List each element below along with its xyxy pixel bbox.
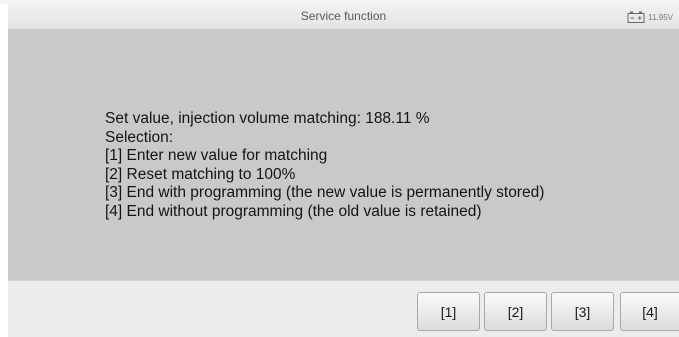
title-bar: Service function 11.95V — [8, 4, 679, 30]
battery-status: 11.95V — [627, 11, 673, 23]
message-panel: Set value, injection volume matching: 18… — [8, 30, 679, 280]
option-1-button[interactable]: [1] — [417, 292, 480, 331]
message-line-option-1: [1] Enter new value for matching — [105, 147, 328, 164]
message-line-value: Set value, injection volume matching: 18… — [105, 110, 430, 127]
message-text: Set value, injection volume matching: 18… — [105, 110, 544, 221]
battery-icon — [627, 11, 645, 23]
option-4-button[interactable]: [4] — [620, 292, 679, 331]
message-line-option-4: [4] End without programming (the old val… — [105, 202, 482, 220]
option-2-button[interactable]: [2] — [484, 292, 547, 331]
battery-voltage: 11.95V — [648, 12, 673, 22]
service-function-screen: Service function 11.95V Set value, injec… — [0, 0, 679, 337]
message-line-option-2: [2] Reset matching to 100% — [105, 165, 296, 183]
message-line-option-3: [3] End with programming (the new value … — [105, 184, 545, 201]
button-bar: [1] [2] [3] [4] — [8, 280, 679, 337]
option-3-button[interactable]: [3] — [551, 292, 614, 331]
message-line-selection: Selection: — [105, 128, 174, 146]
page-title: Service function — [300, 9, 387, 23]
